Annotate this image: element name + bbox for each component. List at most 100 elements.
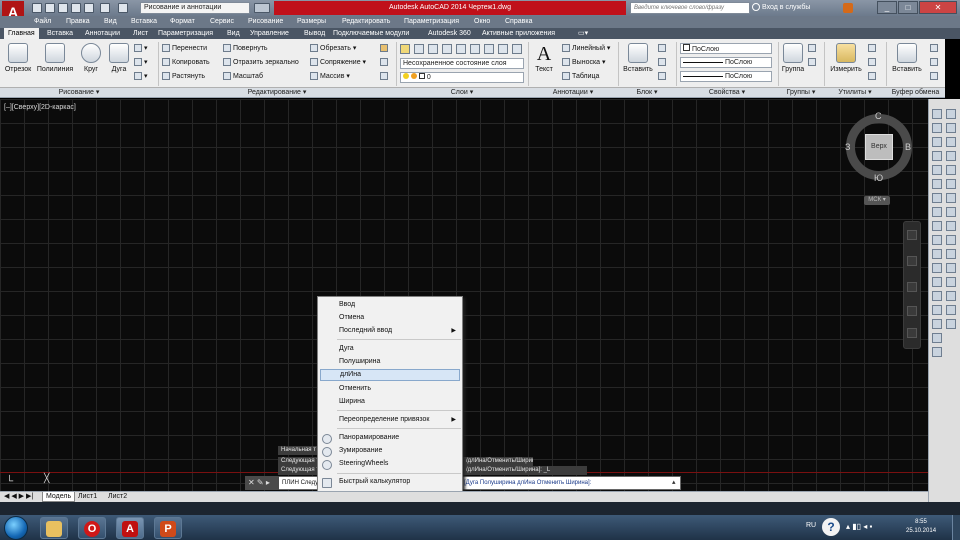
menu-insert[interactable]: Вставка [131,16,157,28]
compass-east[interactable]: В [905,142,911,152]
tab-layout[interactable]: Лист [133,28,148,39]
panel-properties-label[interactable]: Свойства ▾ [676,88,778,98]
orbit-icon[interactable] [907,306,917,316]
showmotion-icon[interactable] [907,328,917,338]
layer-tool-icon[interactable] [414,44,424,54]
panel-groups-label[interactable]: Группы ▾ [778,88,824,98]
tab-parametric[interactable]: Параметризация [158,28,213,39]
new-file-icon[interactable] [32,3,42,13]
command-options[interactable]: [Дуга Полуширина длИна Отменить Ширина]: [464,477,591,489]
menu-item-arc[interactable]: Дуга [320,343,460,355]
tab-manage[interactable]: Управление [250,28,289,39]
menu-modify[interactable]: Редактировать [342,16,390,28]
utility-button[interactable] [868,57,878,69]
menu-window[interactable]: Окно [474,16,490,28]
wcs-dropdown[interactable]: МСК ▾ [864,196,890,205]
layer-properties-icon[interactable] [400,44,410,54]
tray-icons[interactable]: ▴ ▮▯ ◂ ▪ [846,522,872,531]
utility-button[interactable] [868,43,878,55]
draw-insert-block-icon[interactable] [932,249,942,259]
menu-item-enter[interactable]: Ввод [320,299,460,311]
menu-item-width[interactable]: Ширина [320,396,460,408]
move-button[interactable]: Перенести [162,43,207,55]
modify-fillet-icon[interactable] [946,305,956,315]
create-block-button[interactable] [658,43,668,55]
exchange-icon[interactable] [843,3,853,13]
undo-icon[interactable] [100,3,110,13]
plot-icon[interactable] [84,3,94,13]
copy-clip-button[interactable] [930,57,940,69]
menu-item-halfwidth[interactable]: Полуширина [320,356,460,368]
modify-copy-icon[interactable] [946,123,956,133]
menu-item-cancel[interactable]: Отмена [320,312,460,324]
menu-help[interactable]: Справка [505,16,532,28]
modify-move-icon[interactable] [946,179,956,189]
utility-button[interactable] [868,71,878,83]
tab-layout2[interactable]: Лист2 [108,492,127,502]
help-icon[interactable]: ? [822,518,840,536]
modify-rotate-icon[interactable] [946,193,956,203]
modify-erase-icon[interactable] [946,109,956,119]
command-history-dropdown[interactable]: ▴ [672,477,680,489]
ribbon-toggle-button[interactable]: ▭▾ [578,28,588,39]
compass-north[interactable]: С [875,111,882,121]
viewport-controls-label[interactable]: [–][Сверху][2D-каркас] [4,104,76,111]
modify-mirror-icon[interactable] [946,137,956,147]
compass-south[interactable]: Ю [874,173,883,183]
modify-stretch-icon[interactable] [946,221,956,231]
modify-trim-icon[interactable] [946,235,956,245]
text-button[interactable]: A Текст [532,42,556,86]
panel-layers-label[interactable]: Слои ▾ [396,88,528,98]
fillet-button[interactable]: Сопряжение ▾ [310,57,366,69]
cut-button[interactable] [930,43,940,55]
menu-item-length[interactable]: длИна [320,369,460,381]
paste-button[interactable]: Вставить [890,42,924,86]
panel-draw-label[interactable]: Рисование ▾ [0,88,158,98]
modify-extend-icon[interactable] [946,249,956,259]
layer-tool-icon[interactable] [428,44,438,54]
autocad-taskbar-button[interactable]: A [116,517,144,539]
menu-item-undo[interactable]: Отменить [320,383,460,395]
linetype-dropdown[interactable]: ПоСлою [680,57,772,68]
line-button[interactable]: Отрезок [2,42,34,86]
draw-mtext-icon[interactable] [932,347,942,357]
leader-button[interactable]: Выноска ▾ [562,57,606,69]
powerpoint-taskbar-button[interactable]: P [154,517,182,539]
language-indicator[interactable]: RU [806,522,816,529]
menu-item-quickcalc[interactable]: Быстрый калькулятор [320,476,460,488]
measure-button[interactable]: Измерить [828,42,864,86]
modify-explode-icon[interactable] [946,319,956,329]
menu-item-pan[interactable]: Панорамирование [320,432,460,444]
modify-chamfer-icon[interactable] [946,291,956,301]
circle-button[interactable]: Круг [78,42,104,86]
tab-output[interactable]: Вывод [304,28,325,39]
panel-clipboard-label[interactable]: Буфер обмена [886,88,945,98]
open-file-icon[interactable] [45,3,55,13]
menu-view[interactable]: Вид [104,16,117,28]
edit-block-button[interactable] [658,57,668,69]
copy-button[interactable]: Копировать [162,57,210,69]
array-button[interactable]: Массив ▾ [310,71,350,83]
layer-tool-icon[interactable] [484,44,494,54]
table-button[interactable]: Таблица [562,71,599,83]
draw-table-icon[interactable] [932,333,942,343]
maximize-button[interactable]: □ [898,1,918,14]
panel-block-label[interactable]: Блок ▾ [618,88,676,98]
tab-model[interactable]: Модель [42,492,76,502]
viewcube-top-face[interactable]: Верх [865,134,893,160]
modify-array-icon[interactable] [946,165,956,175]
menu-item-recent-input[interactable]: Последний ввод ▶ [320,325,460,337]
draw-more-2[interactable]: ▾ [134,57,148,69]
layer-tool-icon[interactable] [512,44,522,54]
explode-button[interactable] [380,57,390,69]
menu-edit[interactable]: Правка [66,16,90,28]
explorer-taskbar-button[interactable] [40,517,68,539]
modify-join-icon[interactable] [946,277,956,287]
layer-tool-icon[interactable] [442,44,452,54]
modify-break-icon[interactable] [946,263,956,273]
redo-icon[interactable] [118,3,128,13]
tab-home[interactable]: Главная [4,28,39,39]
close-button[interactable]: ✕ [919,1,957,14]
drawing-canvas[interactable] [0,99,928,491]
rotate-button[interactable]: Повернуть [223,43,268,55]
